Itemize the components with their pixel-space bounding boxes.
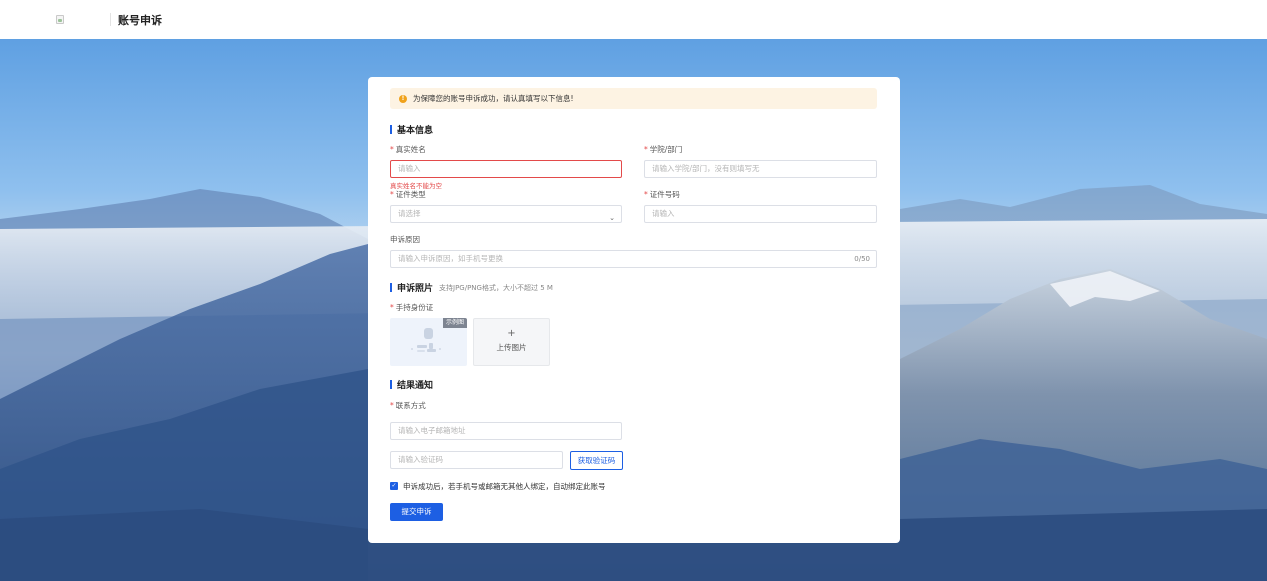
get-code-button[interactable]: 获取验证码	[570, 451, 623, 470]
photo-hint: 支持JPG/PNG格式，大小不超过 5 M	[439, 283, 553, 292]
notice-text: 为保障您的账号申诉成功，请认真填写以下信息!	[413, 94, 574, 103]
section-photo: 申诉照片 支持JPG/PNG格式，大小不超过 5 M	[390, 281, 553, 294]
reason-textarea[interactable]: 请输入申诉原因，如手机号更换 0/50	[390, 250, 877, 268]
id-type-label: * 证件类型	[390, 190, 426, 199]
upload-label: 上传图片	[496, 343, 527, 352]
upload-image-button[interactable]: + 上传图片	[473, 318, 550, 366]
warning-circle-icon: !	[399, 94, 407, 103]
checkbox-checked-icon[interactable]: ✓	[390, 482, 398, 490]
contact-label: * 联系方式	[390, 401, 426, 410]
appeal-form-card: ! 为保障您的账号申诉成功，请认真填写以下信息! 基本信息 * 真实姓名 请输入 …	[368, 77, 900, 543]
page-title: 账号申诉	[118, 14, 162, 27]
section-result-title: 结果通知	[397, 381, 434, 391]
dept-label: * 学院/部门	[644, 145, 683, 154]
plus-icon: +	[507, 328, 516, 339]
section-basic-title: 基本信息	[397, 126, 434, 136]
sample-image[interactable]: 示例图	[390, 318, 467, 366]
id-number-input[interactable]: 请输入	[644, 205, 877, 223]
photo-label: * 手持身份证	[390, 303, 434, 312]
name-input[interactable]: 请输入	[390, 160, 622, 178]
broken-image-icon	[56, 15, 64, 24]
section-marker	[390, 283, 392, 292]
sample-tag: 示例图	[442, 318, 467, 328]
reason-counter: 0/50	[854, 255, 870, 263]
section-result: 结果通知	[390, 378, 433, 391]
id-type-select[interactable]: 请选择 ⌄	[390, 205, 622, 223]
header-divider	[110, 13, 111, 26]
auto-bind-agreement: 申诉成功后，若手机号或邮箱无其他人绑定，自动绑定此账号	[403, 482, 606, 491]
notice-banner: ! 为保障您的账号申诉成功，请认真填写以下信息!	[390, 88, 877, 109]
section-basic-info: 基本信息	[390, 123, 433, 136]
section-photo-title: 申诉照片	[397, 284, 434, 294]
section-marker	[390, 380, 392, 389]
id-number-label: * 证件号码	[644, 190, 680, 199]
reason-label: 申诉原因	[390, 235, 420, 244]
section-marker	[390, 125, 392, 134]
chevron-down-icon: ⌄	[609, 214, 615, 222]
name-label: * 真实姓名	[390, 145, 426, 154]
top-bar: 账号申诉	[0, 0, 1267, 39]
verification-code-input[interactable]: 请输入验证码	[390, 451, 563, 469]
dept-input[interactable]: 请输入学院/部门，没有则填写无	[644, 160, 877, 178]
email-input[interactable]: 请输入电子邮箱地址	[390, 422, 622, 440]
submit-appeal-button[interactable]: 提交申诉	[390, 503, 443, 521]
